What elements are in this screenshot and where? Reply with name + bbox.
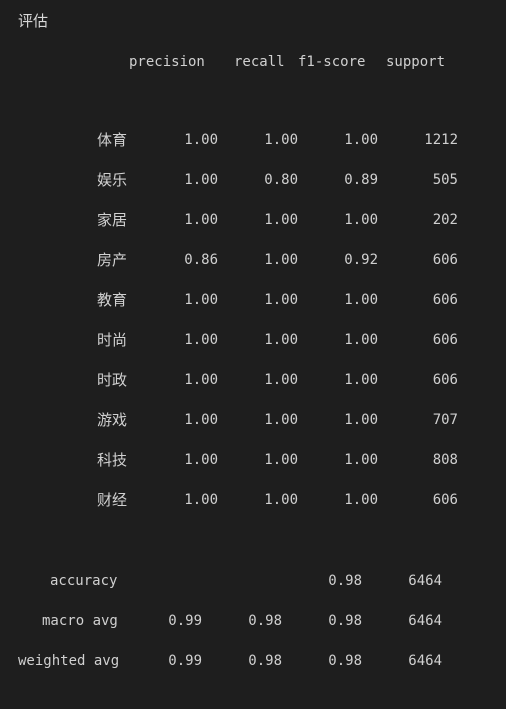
row-precision: 1.00 <box>184 132 218 148</box>
row-support: 606 <box>432 372 458 388</box>
row-f1: 0.89 <box>344 172 378 188</box>
row-f1: 1.00 <box>344 212 378 228</box>
macro-avg-recall: 0.98 <box>248 613 282 629</box>
row-label: 科技 <box>97 451 128 469</box>
row-support: 606 <box>432 292 458 308</box>
weighted-avg-f1: 0.98 <box>328 653 362 669</box>
weighted-avg-support: 6464 <box>408 653 442 669</box>
row-precision: 1.00 <box>184 412 218 428</box>
row-precision: 1.00 <box>184 332 218 348</box>
row-support: 202 <box>432 212 458 228</box>
row-label: 教育 <box>97 291 128 309</box>
row-recall: 1.00 <box>264 452 298 468</box>
row-support: 606 <box>432 332 458 348</box>
row-f1: 1.00 <box>344 132 378 148</box>
row-support: 808 <box>432 452 458 468</box>
report-title: 评估 <box>18 12 49 30</box>
row-precision: 1.00 <box>184 452 218 468</box>
row-precision: 1.00 <box>184 212 218 228</box>
row-f1: 1.00 <box>344 492 378 508</box>
row-recall: 1.00 <box>264 492 298 508</box>
accuracy-support: 6464 <box>408 573 442 589</box>
row-label: 时政 <box>97 371 128 389</box>
header-recall: recall <box>234 54 285 70</box>
header-support: support <box>386 54 446 70</box>
row-recall: 1.00 <box>264 132 298 148</box>
row-recall: 1.00 <box>264 412 298 428</box>
row-recall: 1.00 <box>264 212 298 228</box>
classification-report-panel: 评估 precision recall f1-score support 体育 1… <box>0 0 506 709</box>
row-f1: 1.00 <box>344 292 378 308</box>
weighted-avg-recall: 0.98 <box>248 653 282 669</box>
row-support: 707 <box>432 412 458 428</box>
row-recall: 0.80 <box>264 172 298 188</box>
row-label: 时尚 <box>97 331 128 349</box>
row-f1: 1.00 <box>344 332 378 348</box>
weighted-avg-precision: 0.99 <box>168 653 202 669</box>
header-precision: precision <box>129 54 205 70</box>
row-recall: 1.00 <box>264 292 298 308</box>
weighted-avg-label: weighted avg <box>18 653 120 669</box>
row-support: 606 <box>432 492 458 508</box>
row-support: 505 <box>432 172 458 188</box>
macro-avg-label: macro avg <box>42 613 118 629</box>
row-f1: 1.00 <box>344 452 378 468</box>
macro-avg-precision: 0.99 <box>168 613 202 629</box>
row-precision: 0.86 <box>184 252 218 268</box>
row-recall: 1.00 <box>264 372 298 388</box>
macro-avg-f1: 0.98 <box>328 613 362 629</box>
row-label: 房产 <box>97 251 128 269</box>
row-support: 1212 <box>424 132 458 148</box>
row-recall: 1.00 <box>264 252 298 268</box>
macro-avg-support: 6464 <box>408 613 442 629</box>
accuracy-f1: 0.98 <box>328 573 362 589</box>
row-precision: 1.00 <box>184 372 218 388</box>
header-f1-score: f1-score <box>298 54 366 70</box>
row-precision: 1.00 <box>184 492 218 508</box>
row-label: 游戏 <box>97 411 128 429</box>
row-support: 606 <box>432 252 458 268</box>
row-f1: 1.00 <box>344 372 378 388</box>
row-label: 财经 <box>97 491 128 509</box>
row-f1: 1.00 <box>344 412 378 428</box>
row-f1: 0.92 <box>344 252 378 268</box>
row-label: 娱乐 <box>97 171 128 189</box>
row-precision: 1.00 <box>184 172 218 188</box>
row-label: 体育 <box>97 131 128 149</box>
row-label: 家居 <box>97 211 128 229</box>
row-precision: 1.00 <box>184 292 218 308</box>
accuracy-label: accuracy <box>50 573 118 589</box>
row-recall: 1.00 <box>264 332 298 348</box>
